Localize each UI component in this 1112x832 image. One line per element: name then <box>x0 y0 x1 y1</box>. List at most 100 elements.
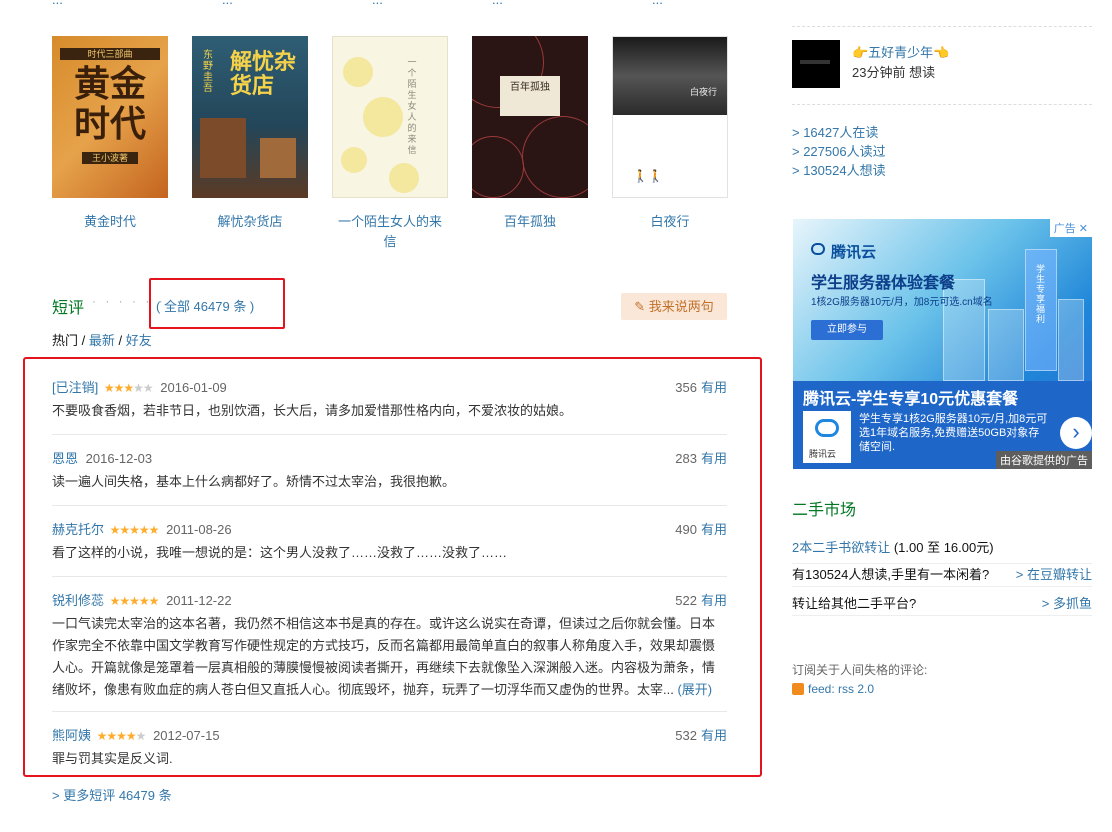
ad-building <box>1058 299 1084 381</box>
rating-stars: ★★★★★ <box>109 594 160 608</box>
top-cutoff-links: ... ... ... ... ... <box>52 0 742 7</box>
book-title[interactable]: 黄金时代 <box>52 212 168 232</box>
comment-date: 2011-08-26 <box>166 522 232 537</box>
cover-dot <box>363 97 403 137</box>
useful-button[interactable]: 有用 <box>701 451 727 466</box>
comment-user[interactable]: [已注销] <box>52 380 98 395</box>
cloud-icon <box>815 419 839 437</box>
other-platform-row: 转让给其他二手平台? > 多抓鱼 <box>792 593 1092 616</box>
book-item[interactable]: 解忧杂货店 东野圭吾 解忧杂货店 <box>192 36 308 232</box>
cover-illustration <box>200 118 246 178</box>
book-cover[interactable]: 时代三部曲 黄金时代 王小波著 <box>52 36 168 198</box>
ad-logo-text: 腾讯云 <box>809 449 837 459</box>
tab-separator: / <box>114 333 126 348</box>
divider <box>792 104 1092 105</box>
book-title[interactable]: 白夜行 <box>612 212 728 232</box>
comment-date: 2011-12-22 <box>166 593 232 608</box>
cover-author: 东野圭吾 <box>203 50 213 94</box>
ad-building <box>988 309 1024 381</box>
comment-user[interactable]: 锐利修蕊 <box>52 593 104 608</box>
rss-feed-link[interactable]: feed: rss 2.0 <box>808 682 874 696</box>
comment-item: 赫克托尔 ★★★★★ 2011-08-26 490 有用 看了这样的小说，我唯一想… <box>52 520 727 577</box>
cutoff-link[interactable]: ... <box>492 0 503 7</box>
ad-title: 腾讯云-学生专享10元优惠套餐 <box>803 391 1019 408</box>
tab-friends[interactable]: 好友 <box>126 333 152 348</box>
book-cover[interactable]: 一个陌生女人的来信 <box>332 36 448 198</box>
cutoff-link[interactable]: ... <box>372 0 383 7</box>
ad-join-button[interactable]: 立即参与 <box>811 320 883 340</box>
useful-button[interactable]: 有用 <box>701 522 727 537</box>
comment-text: 罪与罚其实是反义词. <box>52 751 173 766</box>
useful-button[interactable]: 有用 <box>701 593 727 608</box>
cutoff-link[interactable]: ... <box>52 0 63 7</box>
section-title-short-reviews: 短评 <box>52 300 85 317</box>
transfer-text: 有130524人想读,手里有一本闲着? <box>792 567 990 582</box>
user-name-link[interactable]: 👉五好青少年👈 <box>852 42 949 61</box>
comment-meta: 熊阿姨 ★★★★★ 2012-07-15 532 有用 <box>52 726 727 746</box>
cover-title: 百年孤独 <box>500 76 560 116</box>
ad-tag[interactable]: 广告 ✕ <box>1049 219 1092 237</box>
cover-dot <box>341 147 367 173</box>
reading-count-link[interactable]: > 16427人在读 <box>792 122 878 141</box>
avatar-image <box>800 60 830 64</box>
transfer-row: 有130524人想读,手里有一本闲着? > 在豆瓣转让 <box>792 563 1092 587</box>
comment-text: 不要吸食香烟，若非节日，也别饮酒，长大后，请多加爱惜那性格内向，不爱浓妆的姑娘。 <box>52 403 573 418</box>
duozhuayu-link[interactable]: > 多抓鱼 <box>1042 593 1092 615</box>
cutoff-link[interactable]: ... <box>222 0 233 7</box>
book-item[interactable]: 百年孤独 百年孤独 <box>472 36 588 232</box>
close-icon[interactable]: ✕ <box>1079 223 1088 235</box>
cover-photo <box>613 37 727 115</box>
more-reviews-link[interactable]: > 更多短评 46479 条 <box>52 785 172 804</box>
comment-date: 2016-01-09 <box>160 380 227 395</box>
ad-subtitle: 1核2G服务器10元/月，加8元可选.cn域名 <box>811 297 993 308</box>
book-item[interactable]: 白夜行 🚶🚶 白夜行 <box>612 36 728 232</box>
cover-pattern <box>472 136 524 198</box>
rss-feed[interactable]: feed: rss 2.0 <box>792 682 874 696</box>
read-count-link[interactable]: > 227506人读过 <box>792 141 886 160</box>
expand-link[interactable]: (展开) <box>677 682 712 697</box>
rating-stars: ★★★★★ <box>96 729 147 743</box>
write-review-button[interactable]: ✎ 我来说两句 <box>621 293 727 320</box>
book-cover[interactable]: 白夜行 🚶🚶 <box>612 36 728 198</box>
book-item[interactable]: 一个陌生女人的来信 一个陌生女人的来信 <box>332 36 448 252</box>
book-title[interactable]: 解忧杂货店 <box>192 212 308 232</box>
tab-separator: / <box>78 333 89 348</box>
comment-user[interactable]: 熊阿姨 <box>52 728 91 743</box>
tab-hot[interactable]: 热门 <box>52 333 78 348</box>
book-cover[interactable]: 百年孤独 <box>472 36 588 198</box>
highlight-box <box>149 278 285 329</box>
ad-tower-text: 学生专享福利 <box>1036 264 1046 324</box>
divider <box>792 26 1092 27</box>
rating-stars: ★★★★★ <box>103 381 154 395</box>
used-books-link[interactable]: 2本二手书欲转让 <box>792 540 890 555</box>
cover-dot <box>389 163 419 193</box>
book-item[interactable]: 时代三部曲 黄金时代 王小波著 黄金时代 <box>52 36 168 232</box>
comment-item: [已注销] ★★★★★ 2016-01-09 356 有用 不要吸食香烟，若非节日… <box>52 378 727 435</box>
comment-user[interactable]: 恩恩 <box>52 451 78 466</box>
douban-transfer-link[interactable]: > 在豆瓣转让 <box>1016 564 1092 586</box>
cover-title: 一个陌生女人的来信 <box>407 57 417 155</box>
ad-brand: 腾讯云 <box>831 244 877 261</box>
other-platform-text: 转让给其他二手平台? <box>792 596 917 611</box>
useful-button[interactable]: 有用 <box>701 728 727 743</box>
ad-banner[interactable]: 学生专享福利 腾讯云 学生服务器体验套餐 1核2G服务器10元/月，加8元可选.… <box>793 219 1092 469</box>
book-title[interactable]: 一个陌生女人的来信 <box>332 212 448 252</box>
ad-logo: 腾讯云 <box>803 411 851 463</box>
vote-count: 356 有用 <box>675 380 727 395</box>
book-cover[interactable]: 解忧杂货店 东野圭吾 <box>192 36 308 198</box>
want-count-link[interactable]: > 130524人想读 <box>792 160 886 179</box>
user-activity: 23分钟前 想读 <box>852 65 936 80</box>
subscribe-label: 订阅关于人间失格的评论: <box>792 663 928 677</box>
book-title[interactable]: 百年孤独 <box>472 212 588 232</box>
comment-meta: [已注销] ★★★★★ 2016-01-09 356 有用 <box>52 378 727 398</box>
comment-item: 锐利修蕊 ★★★★★ 2011-12-22 522 有用 一口气读完太宰治的这本名… <box>52 591 727 712</box>
chevron-right-icon[interactable]: › <box>1060 417 1092 449</box>
cover-title: 黄金时代 <box>73 63 146 145</box>
comment-date: 2012-07-15 <box>153 728 220 743</box>
cover-pattern <box>522 116 588 198</box>
comment-user[interactable]: 赫克托尔 <box>52 522 104 537</box>
avatar[interactable] <box>792 40 840 88</box>
useful-button[interactable]: 有用 <box>701 380 727 395</box>
cutoff-link[interactable]: ... <box>652 0 663 7</box>
tab-latest[interactable]: 最新 <box>89 333 115 348</box>
